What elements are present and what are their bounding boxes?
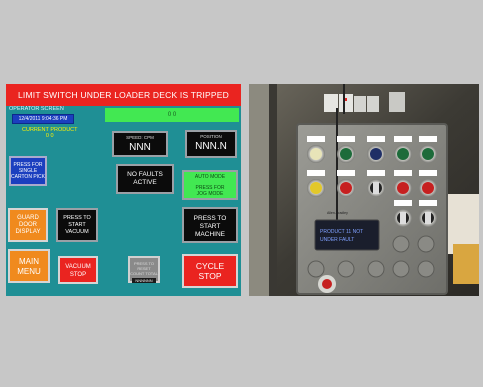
speed-label: SPEED: CPM — [126, 135, 154, 140]
counter-line1: PRESS TO RESET — [133, 261, 155, 271]
hmi-operator-screen: LIMIT SWITCH UNDER LOADER DECK IS TRIPPE… — [6, 84, 241, 296]
start-machine-line1: PRESS TO — [193, 215, 227, 222]
auto-jog-mode-button[interactable]: AUTO MODE PRESS FOR JOG MODE — [182, 170, 238, 200]
start-machine-line2: START — [199, 223, 221, 230]
current-product: CURRENT PRODUCT 0 0 — [22, 127, 78, 139]
start-vacuum-line3: VACUUM — [65, 229, 89, 235]
guard-door-line2: DOOR — [19, 222, 37, 228]
screenshot-stage: LIMIT SWITCH UNDER LOADER DECK IS TRIPPE… — [0, 0, 483, 387]
current-product-value: 0 0 — [45, 133, 54, 139]
datetime-display: 12/4/2011 9:04:36 PM — [12, 114, 74, 124]
start-vacuum-button[interactable]: PRESS TO START VACUUM — [56, 208, 98, 242]
start-vacuum-line1: PRESS TO — [63, 215, 91, 221]
panel-brand-plate: Allen-Bradley — [327, 211, 348, 215]
single-carton-pick-button[interactable]: PRESS FOR SINGLE CARTON PICK — [9, 156, 47, 186]
reset-count-button[interactable]: PRESS TO RESET COUNT TOTAL NNNNNN — [128, 256, 160, 283]
start-machine-line3: MACHINE — [195, 231, 225, 238]
start-machine-button[interactable]: PRESS TO START MACHINE — [182, 207, 238, 243]
counter-value: NNNNNN — [132, 278, 156, 283]
guard-door-line1: GUARD — [17, 215, 39, 221]
panel-display-line1: PRODUCT 11 NOT — [320, 229, 363, 235]
vacuum-stop-line1: VACUUM — [65, 264, 91, 270]
position-display: POSITION NNN.N — [185, 130, 237, 158]
main-menu-button[interactable]: MAIN MENU — [8, 249, 50, 283]
guard-door-display-button[interactable]: GUARD DOOR DISPLAY — [8, 208, 48, 242]
fault-status-line2: ACTIVE — [133, 179, 157, 186]
vacuum-stop-line2: STOP — [69, 272, 87, 278]
counter-line2: COUNT TOTAL — [130, 271, 158, 276]
status-bar: 0 0 — [105, 108, 239, 122]
main-menu-line2: MENU — [17, 267, 41, 276]
fault-status-line1: NO FAULTS — [127, 171, 163, 178]
vacuum-stop-button[interactable]: VACUUM STOP — [58, 256, 98, 284]
panel-display-line2: UNDER FAULT — [320, 237, 354, 243]
speed-value: NNN — [129, 142, 151, 153]
fault-status-display: NO FAULTS ACTIVE — [116, 164, 174, 194]
start-vacuum-line2: START — [68, 222, 86, 228]
single-carton-line3: CARTON PICK — [11, 174, 45, 180]
cycle-stop-line1: CYCLE — [195, 261, 225, 271]
auto-mode-line3: JOG MODE — [196, 191, 224, 197]
estop-button — [322, 279, 332, 289]
cycle-stop-line2: STOP — [198, 271, 222, 281]
control-panel-photo: PRODUCT 11 NOT UNDER FAULT Allen-Bradley — [249, 84, 479, 296]
position-label: POSITION — [200, 134, 222, 139]
operator-screen-label: OPERATOR SCREEN — [9, 106, 64, 112]
guard-door-line3: DISPLAY — [15, 229, 41, 235]
control-panel-illustration: PRODUCT 11 NOT UNDER FAULT Allen-Bradley — [249, 84, 479, 296]
speed-display: SPEED: CPM NNN — [112, 131, 168, 157]
cycle-stop-button[interactable]: CYCLE STOP — [182, 254, 238, 288]
position-value: NNN.N — [195, 141, 227, 152]
main-menu-line1: MAIN — [19, 257, 39, 266]
panel-text-display — [314, 219, 380, 251]
alarm-banner: LIMIT SWITCH UNDER LOADER DECK IS TRIPPE… — [6, 84, 241, 106]
